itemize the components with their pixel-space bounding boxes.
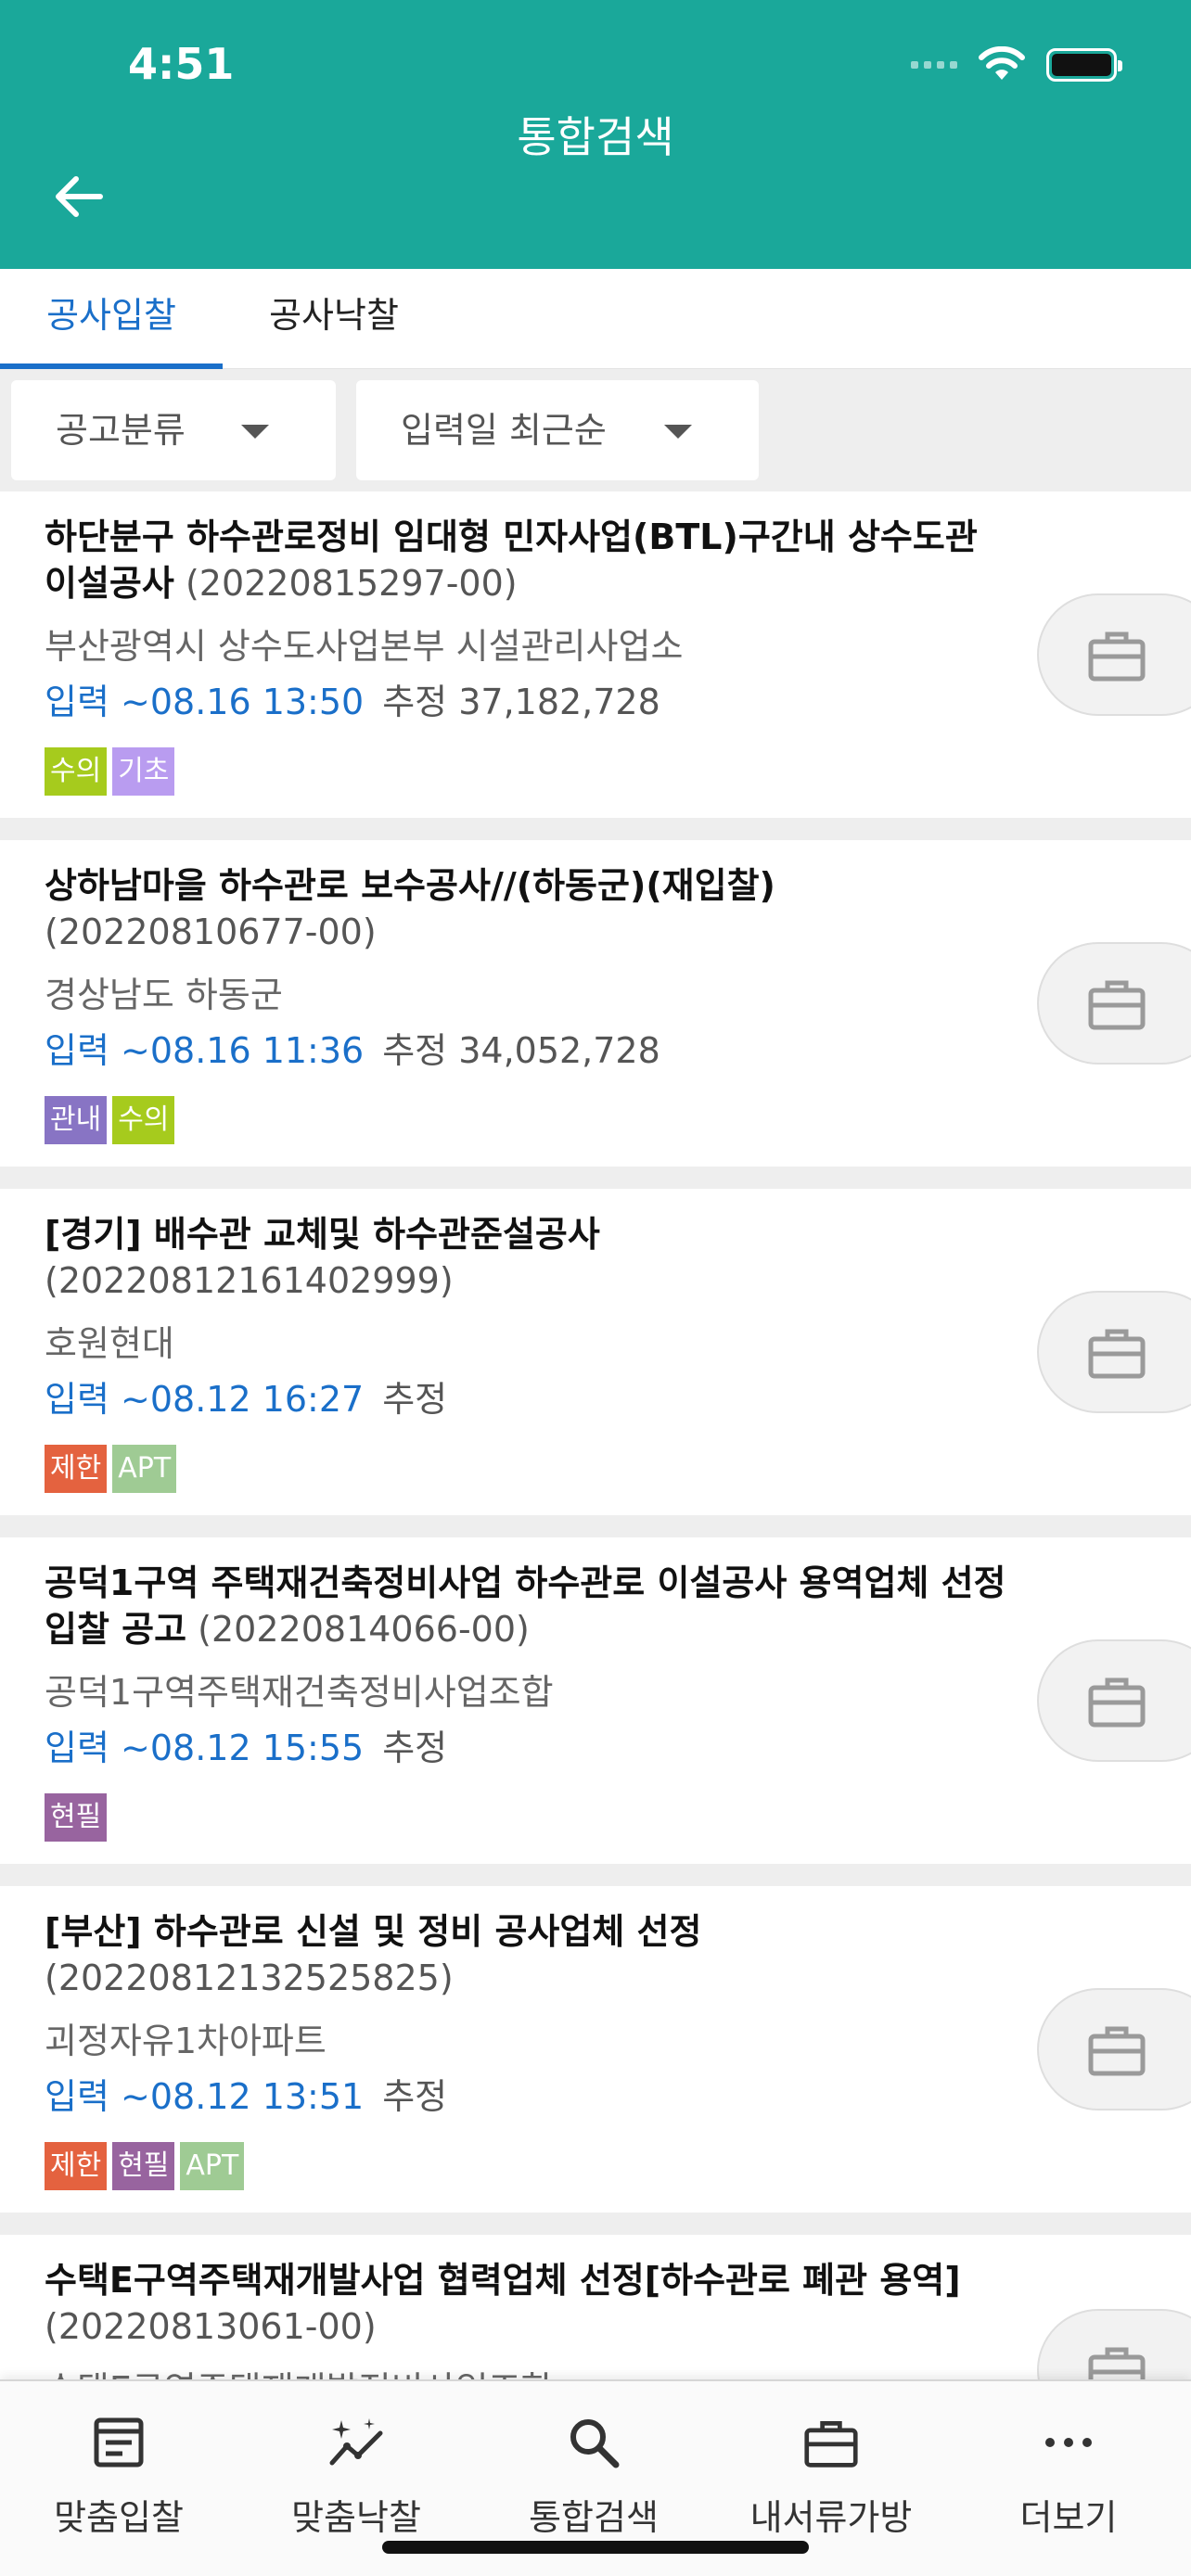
bid-title: 상하남마을 하수관로 보수공사//(하동군)(재입찰) (20220810677-… <box>45 865 775 952</box>
page-title: 통합검색 <box>517 112 674 162</box>
add-to-briefcase-button[interactable] <box>1037 942 1191 1065</box>
add-to-briefcase-button[interactable] <box>1037 1291 1191 1413</box>
tag-badge: 현필 <box>112 2142 175 2190</box>
chevron-down-icon <box>664 425 692 439</box>
bid-estimate: 추정 34,052,728 <box>382 1030 660 1071</box>
add-to-briefcase-button[interactable] <box>1037 1988 1191 2111</box>
add-to-briefcase-button[interactable] <box>1037 1639 1191 1762</box>
bid-list-item[interactable]: [경기] 배수관 교체및 하수관준설공사 (20220812161402999) … <box>0 1189 1191 1515</box>
trend-sparkle-icon <box>329 2418 383 2466</box>
bid-title: [경기] 배수관 교체및 하수관준설공사 (20220812161402999) <box>45 1214 600 1301</box>
bid-title: 수택E구역주택재개발사업 협력업체 선정[하수관로 폐관 용역] (2022081… <box>45 2260 961 2347</box>
sort-filter-dropdown[interactable]: 입력일 최근순 <box>356 380 759 480</box>
briefcase-icon <box>1088 2026 1146 2076</box>
more-icon <box>1045 2438 1092 2447</box>
tag-badge: 수의 <box>112 1096 175 1144</box>
wifi-icon <box>979 46 1025 80</box>
signal-icon <box>911 61 957 69</box>
nav-custom-bid[interactable]: 맞춤입찰 <box>0 2381 237 2576</box>
app-header: 4:51 통합검색 <box>0 0 1191 269</box>
briefcase-icon <box>1088 631 1146 682</box>
bid-agency: 괴정자유1차아파트 <box>45 2021 327 2061</box>
search-icon <box>570 2419 620 2468</box>
bid-estimate: 추정 <box>382 2076 448 2117</box>
nav-more[interactable]: 더보기 <box>950 2381 1187 2576</box>
tag-badge: 현필 <box>45 1793 108 1842</box>
document-icon <box>94 2417 144 2468</box>
back-button[interactable] <box>48 167 108 226</box>
sort-filter-label: 입력일 최근순 <box>401 410 607 451</box>
bid-list-item[interactable]: 공덕1구역 주택재건축정비사업 하수관로 이설공사 용역업체 선정 입찰 공고 … <box>0 1537 1191 1864</box>
tag-badge: 제한 <box>45 1445 108 1493</box>
bid-tags: 수의 기초 <box>45 747 175 796</box>
category-filter-label: 공고분류 <box>56 410 186 451</box>
bid-date: 입력 ~08.16 13:50 <box>45 682 365 722</box>
briefcase-icon <box>1088 1329 1146 1379</box>
status-icons <box>911 46 1122 83</box>
bid-tags: 현필 <box>45 1793 108 1842</box>
bid-estimate: 추정 <box>382 1379 448 1420</box>
bid-meta: 입력 ~08.12 13:51 추정 <box>45 2068 447 2119</box>
bid-tags: 제한 현필 APT <box>45 2142 245 2190</box>
tag-badge: 수의 <box>45 747 108 796</box>
home-indicator <box>382 2541 809 2554</box>
tag-badge: 기초 <box>112 747 175 796</box>
bid-date: 입력 ~08.12 13:51 <box>45 2076 365 2117</box>
bid-meta: 입력 ~08.16 13:50 추정 37,182,728 <box>45 673 660 724</box>
tab-construction-award[interactable]: 공사낙찰 <box>223 269 445 369</box>
bid-date: 입력 ~08.12 15:55 <box>45 1728 365 1768</box>
bid-estimate: 추정 37,182,728 <box>382 682 660 722</box>
bid-meta: 입력 ~08.16 11:36 추정 34,052,728 <box>45 1022 660 1073</box>
bid-agency: 경상남도 하동군 <box>45 975 283 1015</box>
bid-list-item[interactable]: [부산] 하수관로 신설 및 정비 공사업체 선정 (2022081213252… <box>0 1886 1191 2213</box>
briefcase-icon <box>1088 980 1146 1030</box>
bid-estimate: 추정 <box>382 1728 448 1768</box>
bid-meta: 입력 ~08.12 16:27 추정 <box>45 1371 447 1422</box>
tag-badge: 관내 <box>45 1096 108 1144</box>
bid-tags: 제한 APT <box>45 1445 177 1493</box>
bid-agency: 호원현대 <box>45 1323 174 1364</box>
bid-meta: 입력 ~08.12 15:55 추정 <box>45 1719 447 1770</box>
briefcase-icon <box>804 2421 858 2468</box>
tag-badge: 제한 <box>45 2142 108 2190</box>
arrow-left-icon <box>56 176 103 217</box>
chevron-down-icon <box>241 425 269 439</box>
bid-agency: 부산광역시 상수도사업본부 시설관리사업소 <box>45 626 684 667</box>
bid-date: 입력 ~08.16 11:36 <box>45 1030 365 1071</box>
bid-date: 입력 ~08.12 16:27 <box>45 1379 365 1420</box>
category-filter-dropdown[interactable]: 공고분류 <box>11 380 336 480</box>
add-to-briefcase-button[interactable] <box>1037 593 1191 716</box>
briefcase-icon <box>1088 1677 1146 1728</box>
bid-agency: 공덕1구역주택재건축정비사업조합 <box>45 1672 554 1713</box>
bid-list-item[interactable]: 하단분구 하수관로정비 임대형 민자사업(BTL)구간내 상수도관 이설공사 (… <box>0 491 1191 818</box>
tag-badge: APT <box>112 1445 177 1493</box>
bid-tags: 관내 수의 <box>45 1096 175 1144</box>
tag-badge: APT <box>180 2142 245 2190</box>
tab-construction-bid[interactable]: 공사입찰 <box>0 269 223 369</box>
bid-title: [부산] 하수관로 신설 및 정비 공사업체 선정 (2022081213252… <box>45 1911 702 1998</box>
battery-icon <box>1046 48 1122 82</box>
bid-title: 하단분구 하수관로정비 임대형 민자사업(BTL)구간내 상수도관 이설공사 (… <box>45 516 978 604</box>
bid-title: 공덕1구역 주택재건축정비사업 하수관로 이설공사 용역업체 선정 입찰 공고 … <box>45 1562 1006 1650</box>
status-time: 4:51 <box>128 39 235 89</box>
bid-list-item[interactable]: 상하남마을 하수관로 보수공사//(하동군)(재입찰) (20220810677-… <box>0 840 1191 1167</box>
tab-bar: 공사입찰 공사낙찰 <box>0 269 1191 369</box>
